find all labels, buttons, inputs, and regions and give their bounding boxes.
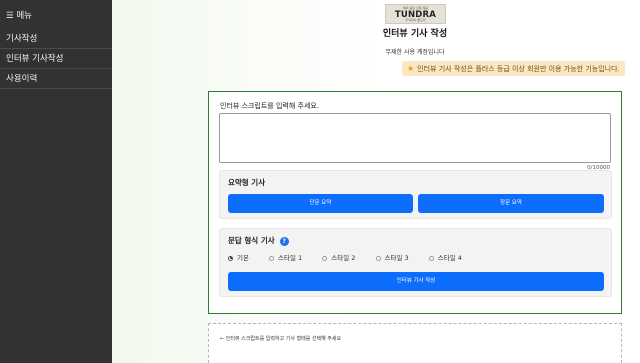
- script-input[interactable]: [219, 113, 611, 163]
- sidebar-item-usage-history[interactable]: 사용이력: [0, 69, 112, 89]
- notice-text: 인터뷰 기사 작성은 플러스 등급 이상 회원만 이용 가능한 기능입니다.: [417, 65, 620, 73]
- sidebar-item-interview-article[interactable]: 인터뷰 기사작성: [0, 49, 112, 69]
- style-radio-group: 기본 스타일 1 스타일 2 스타일 3 스타일 4: [228, 252, 480, 262]
- tundra-logo: 해외 공보 신문 제공 TUNDRA 주식회사 툰드라: [385, 4, 446, 24]
- radio-label: 스타일 4: [437, 254, 462, 262]
- style-radio-3[interactable]: 스타일 3: [375, 252, 409, 262]
- qa-format-title-row: 문답 형식 기사?: [228, 235, 289, 246]
- help-icon[interactable]: ?: [279, 236, 289, 246]
- summary-section: 요약형 기사 단문 요약 장문 요약: [219, 170, 612, 219]
- style-radio-basic[interactable]: 기본: [228, 252, 249, 262]
- radio-icon: [322, 255, 328, 261]
- summary-title: 요약형 기사: [228, 178, 266, 187]
- plus-notice-banner: ★ 인터뷰 기사 작성은 플러스 등급 이상 회원만 이용 가능한 기능입니다.: [402, 61, 625, 76]
- radio-icon: [428, 255, 434, 261]
- output-hint: ← 인터뷰 스크립트를 입력하고 기사 형태를 선택해 주세요: [220, 336, 342, 342]
- output-panel: ← 인터뷰 스크립트를 입력하고 기사 형태를 선택해 주세요: [208, 323, 622, 363]
- radio-label: 스타일 2: [331, 254, 356, 262]
- page-title: 인터뷰 기사 작성: [382, 29, 448, 39]
- account-status: 무제한 사용 계정입니다: [385, 49, 445, 56]
- long-summary-button[interactable]: 장문 요약: [418, 194, 604, 213]
- radio-label: 기본: [237, 254, 249, 262]
- sidebar-item-write-article[interactable]: 기사작성: [0, 29, 112, 49]
- star-icon: ★: [407, 64, 415, 73]
- logo-subtext: 주식회사 툰드라: [405, 18, 426, 22]
- radio-label: 스타일 3: [384, 254, 409, 262]
- qa-format-title: 문답 형식 기사: [228, 236, 275, 245]
- style-radio-1[interactable]: 스타일 1: [269, 252, 302, 262]
- sidebar: ☰ 메뉴 기사작성 인터뷰 기사작성 사용이력: [0, 0, 112, 363]
- style-radio-4[interactable]: 스타일 4: [428, 252, 462, 262]
- interview-form-panel: 인터뷰 스크립트를 입력해 주세요. 0/10000 요약형 기사 단문 요약 …: [208, 91, 622, 314]
- style-radio-2[interactable]: 스타일 2: [322, 252, 355, 262]
- radio-icon: [269, 255, 275, 261]
- short-summary-button[interactable]: 단문 요약: [228, 194, 413, 213]
- qa-format-section: 문답 형식 기사? 기본 스타일 1 스타일 2 스타일 3 스타일 4 인터뷰…: [219, 228, 612, 297]
- sidebar-menu-header[interactable]: ☰ 메뉴: [0, 0, 112, 29]
- radio-label: 스타일 1: [278, 254, 303, 262]
- script-label: 인터뷰 스크립트를 입력해 주세요.: [220, 102, 320, 110]
- radio-selected-icon: [228, 255, 233, 261]
- generate-interview-button[interactable]: 인터뷰 기사 작성: [228, 272, 604, 291]
- radio-icon: [375, 255, 381, 261]
